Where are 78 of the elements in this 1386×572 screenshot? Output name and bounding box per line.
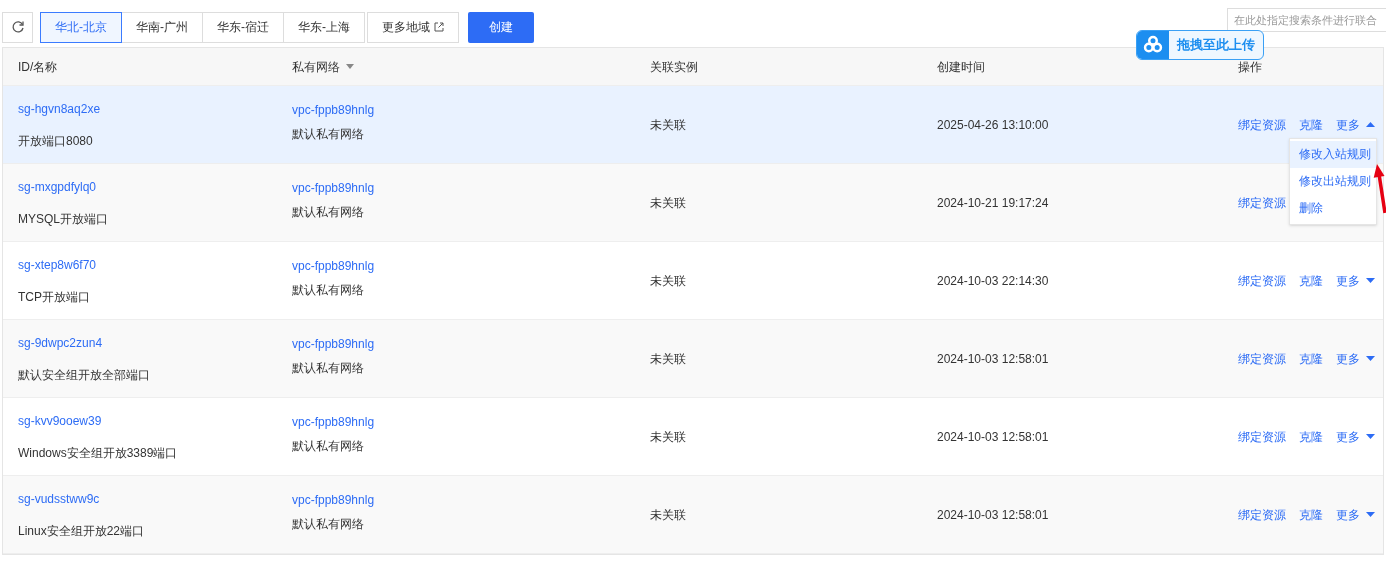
sort-caret-icon[interactable] <box>346 64 354 69</box>
id-link[interactable]: sg-xtep8w6f70 <box>18 255 97 274</box>
table-cell: 未关联 <box>650 429 686 444</box>
name-text: Linux安全组开放22端口 <box>18 522 145 540</box>
vpc-link[interactable]: vpc-fppb89hnlg <box>292 490 375 509</box>
id-link[interactable]: sg-9dwpc2zun4 <box>18 333 103 352</box>
caret-down-icon <box>1366 356 1375 361</box>
column-header: ID/名称 <box>18 58 58 76</box>
table-cell: 2024-10-03 12:58:01 <box>937 351 1049 366</box>
column-header: 关联实例 <box>650 58 698 76</box>
vpc-name-text: 默认私有网络 <box>292 281 364 299</box>
table-cell: 2024-10-03 12:58:01 <box>937 507 1049 522</box>
more-dropdown[interactable]: 更多 <box>1336 349 1375 368</box>
table-cell: 2024-10-21 19:17:24 <box>937 195 1049 210</box>
menu-item[interactable]: 删除 <box>1290 194 1376 222</box>
caret-up-icon <box>1366 122 1375 127</box>
more-dropdown[interactable]: 更多 <box>1336 271 1375 290</box>
refresh-button[interactable] <box>2 11 33 43</box>
more-dropdown[interactable]: 更多 <box>1336 427 1375 446</box>
vpc-name-text: 默认私有网络 <box>292 437 364 455</box>
column-header[interactable]: 私有网络 <box>292 57 340 76</box>
name-text: TCP开放端口 <box>18 288 90 306</box>
vpc-name-text: 默认私有网络 <box>292 203 364 221</box>
table-cell: 未关联 <box>650 195 686 210</box>
column-header: 创建时间 <box>937 58 985 76</box>
refresh-icon <box>10 20 25 34</box>
external-link-icon <box>434 22 444 32</box>
id-link[interactable]: sg-kvv9ooew39 <box>18 411 102 430</box>
action-link[interactable]: 绑定资源 <box>1238 271 1286 290</box>
action-link[interactable]: 绑定资源 <box>1238 115 1286 134</box>
action-link[interactable]: 克隆 <box>1299 427 1323 446</box>
table-cell: 未关联 <box>650 507 686 522</box>
action-link[interactable]: 绑定资源 <box>1238 427 1286 446</box>
id-link[interactable]: sg-vudsstww9c <box>18 489 100 508</box>
vpc-name-text: 默认私有网络 <box>292 515 364 533</box>
action-link[interactable]: 绑定资源 <box>1238 505 1286 524</box>
more-regions-button[interactable]: 更多地域 <box>367 11 459 43</box>
action-link[interactable]: 绑定资源 <box>1238 349 1286 368</box>
vpc-name-text: 默认私有网络 <box>292 359 364 377</box>
table-cell: 2024-10-03 22:14:30 <box>937 273 1049 288</box>
table-cell: 2025-04-26 13:10:00 <box>937 117 1049 132</box>
vpc-link[interactable]: vpc-fppb89hnlg <box>292 334 375 353</box>
table-cell: 未关联 <box>650 117 686 132</box>
id-link[interactable]: sg-mxgpdfylq0 <box>18 177 97 196</box>
table-cell: 未关联 <box>650 273 686 288</box>
menu-item[interactable]: 修改入站规则 <box>1290 140 1376 168</box>
caret-down-icon <box>1366 512 1375 517</box>
name-text: Windows安全组开放3389端口 <box>18 444 178 462</box>
name-text: 开放端口8080 <box>18 132 93 150</box>
vpc-link[interactable]: vpc-fppb89hnlg <box>292 256 375 275</box>
vpc-name-text: 默认私有网络 <box>292 125 364 143</box>
create-button[interactable]: 创建 <box>468 11 534 43</box>
table-row[interactable]: sg-9dwpc2zun4 默认安全组开放全部端口 vpc-fppb89hnlg 默认私有网络 未关联 2024-10-03 12:58:01 绑定资源 克隆 更多 <box>3 320 1383 398</box>
table-row[interactable]: sg-vudsstww9c Linux安全组开放22端口 vpc-fppb89hnlg 默认私有网络 未关联 2024-10-03 12:58:01 绑定资源 克隆 更多 <box>3 476 1383 554</box>
menu-item[interactable]: 修改出站规则 <box>1290 167 1376 195</box>
action-link[interactable]: 克隆 <box>1299 349 1323 368</box>
region-tab[interactable]: 华北-北京 <box>40 11 122 43</box>
caret-down-icon <box>1366 434 1375 439</box>
vpc-link[interactable]: vpc-fppb89hnlg <box>292 100 375 119</box>
vpc-link[interactable]: vpc-fppb89hnlg <box>292 178 375 197</box>
action-link[interactable]: 克隆 <box>1299 271 1323 290</box>
upload-toast[interactable]: 拖拽至此上传 <box>1136 30 1264 60</box>
action-link[interactable]: 克隆 <box>1299 505 1323 524</box>
vpc-link[interactable]: vpc-fppb89hnlg <box>292 412 375 431</box>
id-link[interactable]: sg-hgvn8aq2xe <box>18 99 101 118</box>
name-text: 默认安全组开放全部端口 <box>18 366 150 384</box>
column-header: 操作 <box>1238 58 1262 76</box>
table-cell: 2024-10-03 12:58:01 <box>937 429 1049 444</box>
region-tab[interactable]: 华南-广州 <box>121 11 203 43</box>
region-tab[interactable]: 华东-宿迁 <box>202 11 284 43</box>
caret-down-icon <box>1366 278 1375 283</box>
action-link[interactable]: 绑定资源 <box>1238 193 1286 212</box>
name-text: MYSQL开放端口 <box>18 210 108 228</box>
action-link[interactable]: 克隆 <box>1299 115 1323 134</box>
region-tab[interactable]: 华东-上海 <box>283 11 365 43</box>
more-dropdown[interactable]: 更多 <box>1336 505 1375 524</box>
table-cell: 未关联 <box>650 351 686 366</box>
search-field[interactable]: 在此处指定搜索条件进行联合 <box>1227 8 1386 32</box>
